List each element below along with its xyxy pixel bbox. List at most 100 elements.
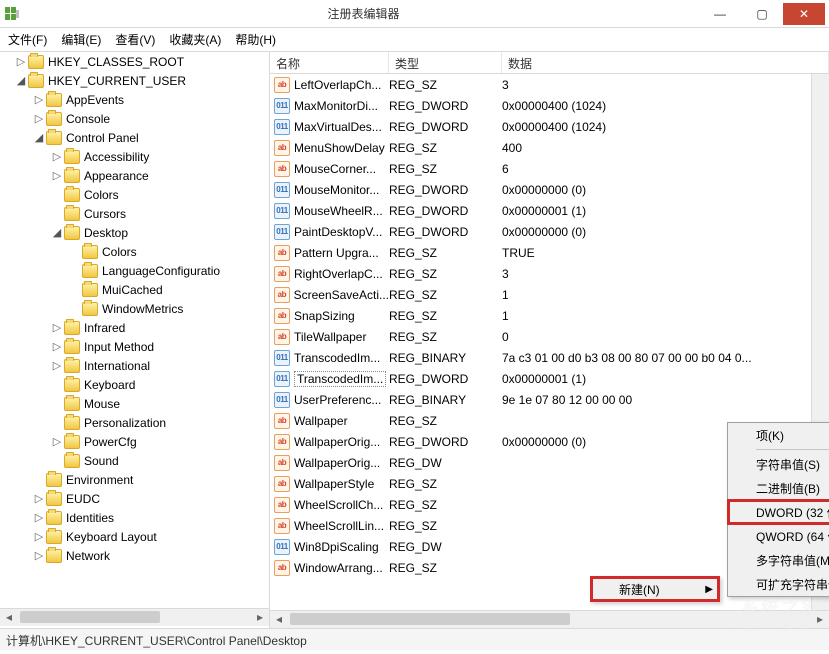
folder-icon [64,207,80,221]
string-value-icon: ab [274,455,290,471]
tree-item[interactable]: Appearance [0,166,269,185]
string-value-icon: ab [274,413,290,429]
list-row[interactable]: abLeftOverlapCh...REG_SZ3 [270,74,829,95]
col-name[interactable]: 名称 [270,52,389,73]
list-row[interactable]: abMenuShowDelayREG_SZ400 [270,137,829,158]
tree-item[interactable]: HKEY_CURRENT_USER [0,71,269,90]
ctx-expand[interactable]: 可扩充字符串值(E) [728,572,829,596]
tree-item[interactable]: Colors [0,242,269,261]
folder-icon [64,169,80,183]
tree-item[interactable]: WindowMetrics [0,299,269,318]
tree-item[interactable]: Environment [0,470,269,489]
list-row[interactable]: abPattern Upgra...REG_SZTRUE [270,242,829,263]
scroll-left-icon[interactable]: ◂ [270,611,288,628]
folder-icon [64,359,80,373]
tree-item[interactable]: Colors [0,185,269,204]
menu-file[interactable]: 文件(F) [8,31,47,48]
tree-item[interactable]: Input Method [0,337,269,356]
menu-separator [756,449,829,450]
string-value-icon: ab [274,476,290,492]
string-value-icon: ab [274,140,290,156]
minimize-button[interactable]: — [699,3,741,25]
list-row[interactable]: 011UserPreferenc...REG_BINARY9e 1e 07 80… [270,389,829,410]
tree-item[interactable]: Accessibility [0,147,269,166]
scroll-thumb[interactable] [20,611,160,623]
scroll-left-icon[interactable]: ◂ [0,609,18,627]
tree-item[interactable]: Keyboard [0,375,269,394]
ctx-multi[interactable]: 多字符串值(M) [728,548,829,572]
folder-icon [82,264,98,278]
tree-item[interactable]: International [0,356,269,375]
ctx-qword[interactable]: QWORD (64 位)值(Q) [728,524,829,548]
string-value-icon: ab [274,497,290,513]
ctx-string[interactable]: 字符串值(S) [728,452,829,476]
tree-item[interactable]: LanguageConfiguratio [0,261,269,280]
tree-item[interactable]: Console [0,109,269,128]
list-row[interactable]: abRightOverlapC...REG_SZ3 [270,263,829,284]
menu-view[interactable]: 查看(V) [115,31,155,48]
status-bar: 计算机\HKEY_CURRENT_USER\Control Panel\Desk… [0,628,829,650]
ctx-new[interactable]: 新建(N)▶ [591,577,719,601]
binary-value-icon: 011 [274,119,290,135]
list-row[interactable]: abSnapSizingREG_SZ1 [270,305,829,326]
list-row[interactable]: 011TranscodedIm...REG_BINARY7a c3 01 00 … [270,347,829,368]
folder-icon [64,226,80,240]
app-icon [4,6,20,22]
list-horizontal-scrollbar[interactable]: ◂ ▸ [270,610,829,628]
tree-item[interactable]: EUDC [0,489,269,508]
tree-item[interactable]: Mouse [0,394,269,413]
col-data[interactable]: 数据 [502,52,829,73]
col-type[interactable]: 类型 [389,52,502,73]
menu-help[interactable]: 帮助(H) [235,31,276,48]
list-row[interactable]: 011MaxMonitorDi...REG_DWORD0x00000400 (1… [270,95,829,116]
scroll-right-icon[interactable]: ▸ [811,611,829,628]
binary-value-icon: 011 [274,392,290,408]
scroll-right-icon[interactable]: ▸ [251,609,269,627]
tree-item[interactable]: Identities [0,508,269,527]
string-value-icon: ab [274,266,290,282]
binary-value-icon: 011 [274,224,290,240]
maximize-button[interactable]: ▢ [741,3,783,25]
ctx-key[interactable]: 项(K) [728,423,829,447]
menu-favorites[interactable]: 收藏夹(A) [169,31,221,48]
menu-edit[interactable]: 编辑(E) [61,31,101,48]
title-bar: 注册表编辑器 — ▢ ✕ [0,0,829,28]
tree-item[interactable]: Control Panel [0,128,269,147]
tree-item[interactable]: HKEY_CLASSES_ROOT [0,52,269,71]
tree-item[interactable]: Network [0,546,269,565]
folder-icon [82,302,98,316]
list-row[interactable]: abMouseCorner...REG_SZ6 [270,158,829,179]
close-button[interactable]: ✕ [783,3,825,25]
list-row[interactable]: abScreenSaveActi...REG_SZ1 [270,284,829,305]
folder-icon [64,397,80,411]
ctx-binary[interactable]: 二进制值(B) [728,476,829,500]
folder-icon [46,492,62,506]
scroll-thumb[interactable] [290,613,570,625]
ctx-dword[interactable]: DWORD (32 位)值(D) [728,500,829,524]
folder-icon [64,435,80,449]
list-row[interactable]: 011MouseWheelR...REG_DWORD0x00000001 (1) [270,200,829,221]
tree-item[interactable]: MuiCached [0,280,269,299]
folder-icon [64,340,80,354]
list-row[interactable]: 011MaxVirtualDes...REG_DWORD0x00000400 (… [270,116,829,137]
tree-item[interactable]: PowerCfg [0,432,269,451]
tree-item[interactable]: Keyboard Layout [0,527,269,546]
list-header: 名称 类型 数据 [270,52,829,74]
tree-item[interactable]: Infrared [0,318,269,337]
tree-item[interactable]: Personalization [0,413,269,432]
folder-icon [82,245,98,259]
tree-item[interactable]: AppEvents [0,90,269,109]
tree-item[interactable]: Cursors [0,204,269,223]
list-row[interactable]: 011TranscodedIm...REG_DWORD0x00000001 (1… [270,368,829,389]
list-row[interactable]: abTileWallpaperREG_SZ0 [270,326,829,347]
list-row[interactable]: 011PaintDesktopV...REG_DWORD0x00000000 (… [270,221,829,242]
tree-item[interactable]: Sound [0,451,269,470]
list-row[interactable]: 011MouseMonitor...REG_DWORD0x00000000 (0… [270,179,829,200]
folder-icon [46,131,62,145]
tree-item[interactable]: Desktop [0,223,269,242]
tree-horizontal-scrollbar[interactable]: ◂ ▸ [0,608,269,626]
binary-value-icon: 011 [274,539,290,555]
binary-value-icon: 011 [274,98,290,114]
folder-icon [82,283,98,297]
context-menu-new: 项(K) 字符串值(S) 二进制值(B) DWORD (32 位)值(D) QW… [727,422,829,597]
